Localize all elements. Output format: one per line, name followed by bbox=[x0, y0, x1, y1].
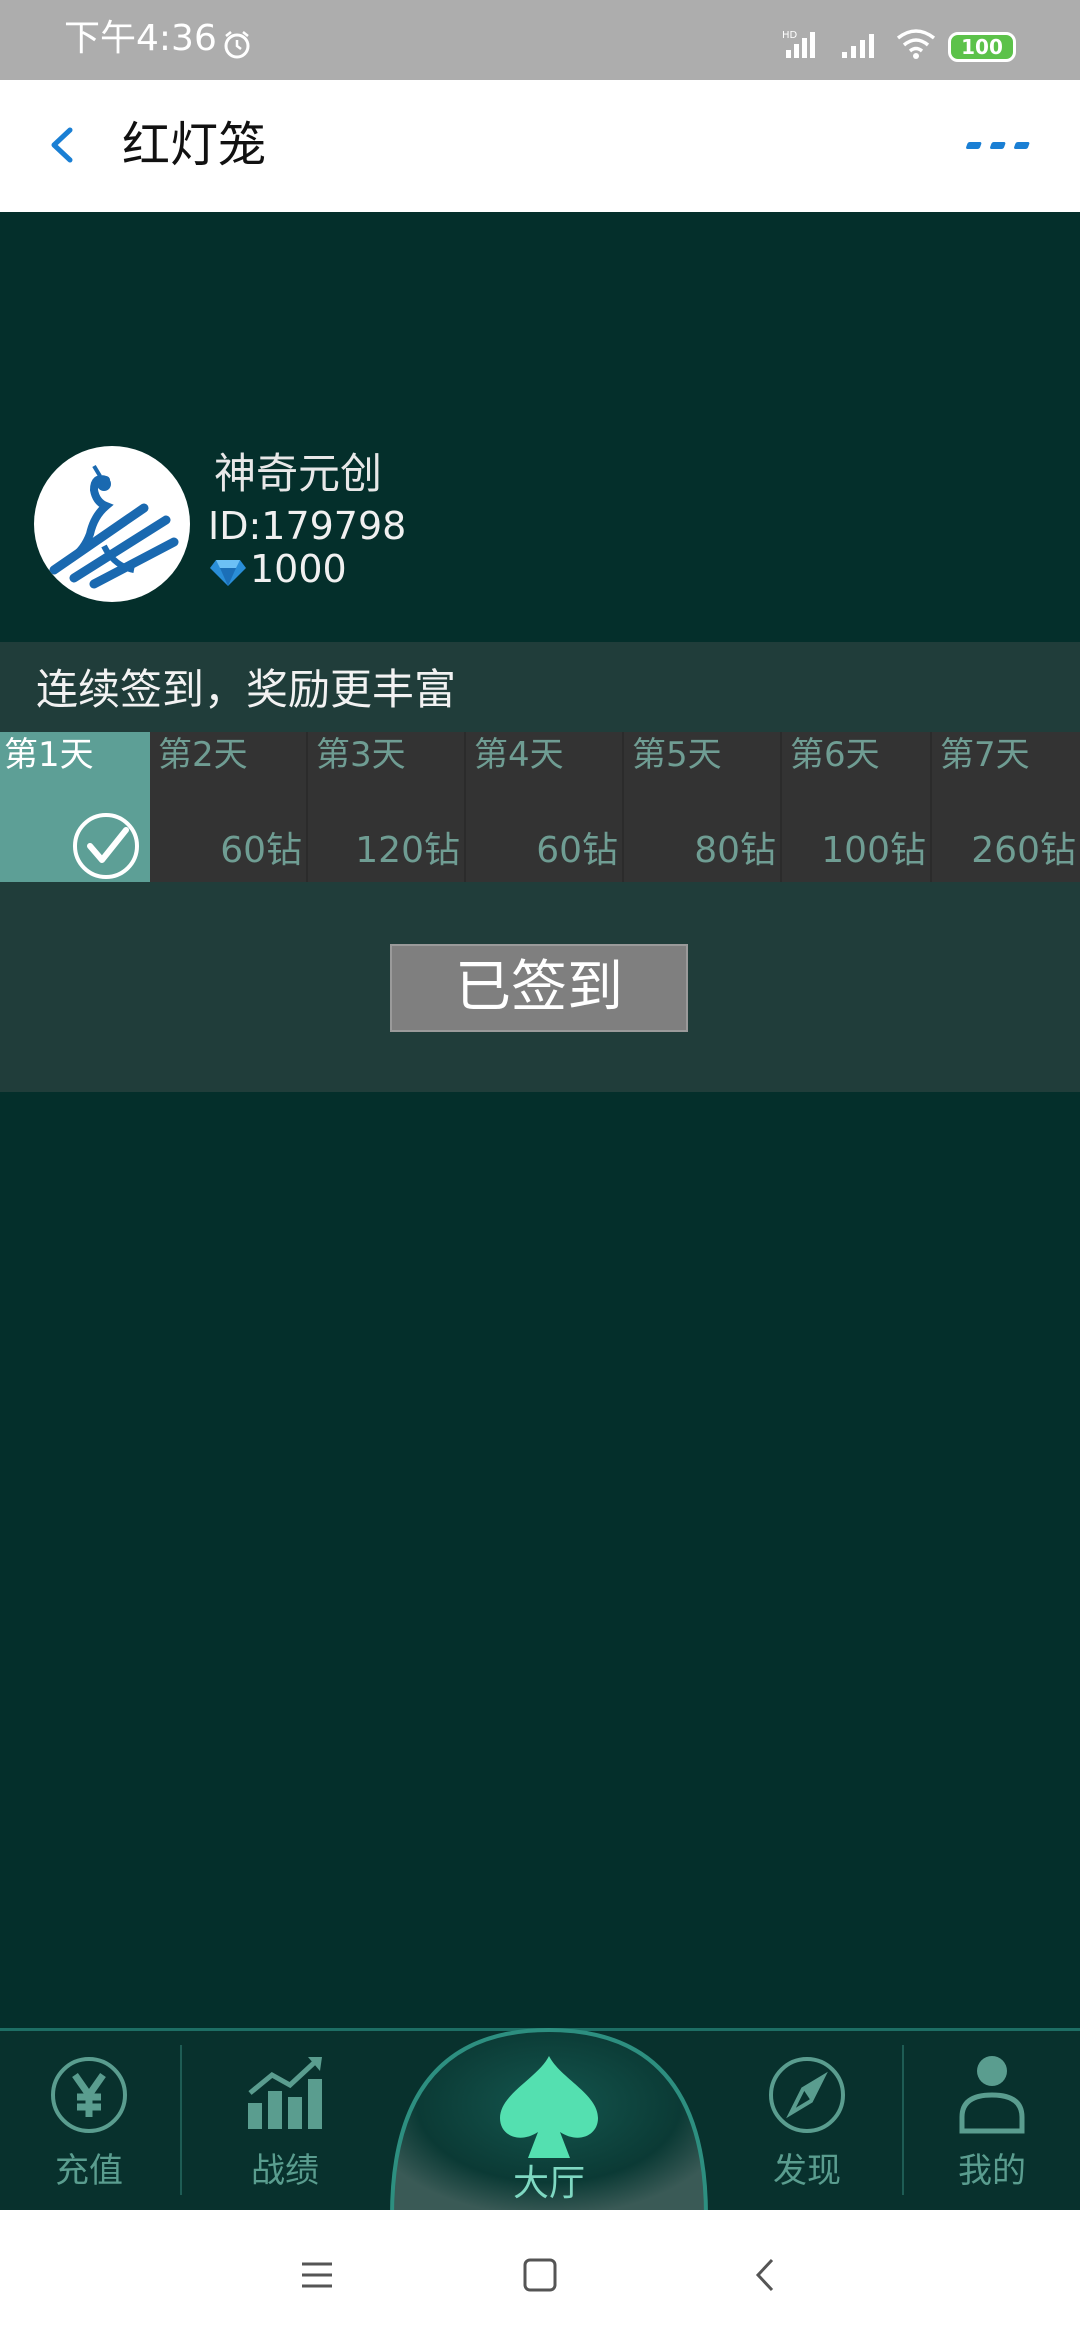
day-reward: 260钻 bbox=[971, 830, 1076, 871]
battery-icon: 100 bbox=[948, 32, 1016, 62]
menu-icon[interactable] bbox=[292, 2250, 342, 2300]
peacock-logo-icon bbox=[49, 464, 179, 589]
avatar[interactable] bbox=[34, 446, 190, 602]
nav-item-records[interactable]: 战绩 bbox=[182, 2031, 388, 2211]
user-id: ID:179798 bbox=[208, 504, 407, 548]
day-reward: 120钻 bbox=[355, 830, 460, 871]
day-label: 第3天 bbox=[316, 735, 406, 775]
system-nav-bar bbox=[0, 2210, 1080, 2340]
nav-label: 战绩 bbox=[251, 2151, 319, 2191]
day-label: 第1天 bbox=[4, 735, 94, 775]
alarm-icon bbox=[224, 31, 250, 59]
compass-icon bbox=[769, 2057, 845, 2133]
nav-item-discover[interactable]: 发现 bbox=[710, 2031, 904, 2211]
svg-text:HD: HD bbox=[782, 30, 798, 41]
nav-label-lobby: 大厅 bbox=[512, 2163, 585, 2204]
app-header: 红灯笼 bbox=[0, 80, 1080, 212]
day-cell-1[interactable]: 第1天 bbox=[0, 732, 150, 882]
day-label: 第7天 bbox=[940, 735, 1030, 775]
signin-header: 连续签到，奖励更丰富 bbox=[36, 665, 457, 714]
check-circle-icon bbox=[73, 813, 139, 879]
status-bar: 下午4:36 HD 100 bbox=[0, 0, 1080, 80]
day-label: 第5天 bbox=[632, 735, 722, 775]
day-cell-3[interactable]: 第3天 120钻 bbox=[308, 732, 464, 882]
signin-days-row: 第1天 第2天 60钻 第3天 120钻 第4天 60钻 第5天 80钻 第6天 bbox=[0, 732, 1080, 882]
nav-item-mine[interactable]: 我的 bbox=[904, 2031, 1080, 2211]
page-title: 红灯笼 bbox=[122, 117, 267, 173]
day-reward: 100钻 bbox=[821, 830, 926, 871]
nav-label: 我的 bbox=[958, 2151, 1026, 2191]
back-button[interactable] bbox=[30, 110, 100, 180]
day-reward: 60钻 bbox=[220, 830, 302, 871]
signal-icon bbox=[842, 34, 874, 58]
day-label: 第6天 bbox=[790, 735, 880, 775]
day-cell-7[interactable]: 第7天 260钻 bbox=[932, 732, 1080, 882]
day-cell-4[interactable]: 第4天 60钻 bbox=[466, 732, 622, 882]
day-reward: 60钻 bbox=[536, 830, 618, 871]
day-reward: 80钻 bbox=[694, 830, 776, 871]
nav-item-recharge[interactable]: 充值 bbox=[0, 2031, 178, 2211]
signed-in-button[interactable]: 已签到 bbox=[390, 944, 688, 1032]
nav-label: 充值 bbox=[55, 2151, 123, 2191]
day-cell-6[interactable]: 第6天 100钻 bbox=[782, 732, 930, 882]
user-icon bbox=[959, 2056, 1025, 2134]
diamond-count: 1000 bbox=[250, 547, 347, 591]
more-dots-icon[interactable] bbox=[960, 120, 1050, 170]
bar-chart-icon bbox=[248, 2057, 322, 2129]
username: 神奇元创 bbox=[214, 449, 383, 498]
battery-level: 100 bbox=[961, 35, 1003, 59]
signin-panel: 连续签到，奖励更丰富 第1天 第2天 60钻 第3天 120钻 第4天 60钻 … bbox=[0, 642, 1080, 1092]
home-icon[interactable] bbox=[515, 2250, 565, 2300]
day-label: 第2天 bbox=[158, 735, 248, 775]
status-time: 下午4:36 bbox=[64, 18, 217, 59]
day-cell-5[interactable]: 第5天 80钻 bbox=[624, 732, 780, 882]
yen-circle-icon bbox=[51, 2057, 127, 2133]
wifi-icon bbox=[896, 29, 936, 59]
hd-signal-icon: HD bbox=[782, 30, 815, 58]
nav-label: 发现 bbox=[773, 2151, 841, 2191]
diamond-icon bbox=[210, 560, 246, 586]
day-cell-2[interactable]: 第2天 60钻 bbox=[150, 732, 306, 882]
day-label: 第4天 bbox=[474, 735, 564, 775]
back-icon[interactable] bbox=[742, 2250, 792, 2300]
